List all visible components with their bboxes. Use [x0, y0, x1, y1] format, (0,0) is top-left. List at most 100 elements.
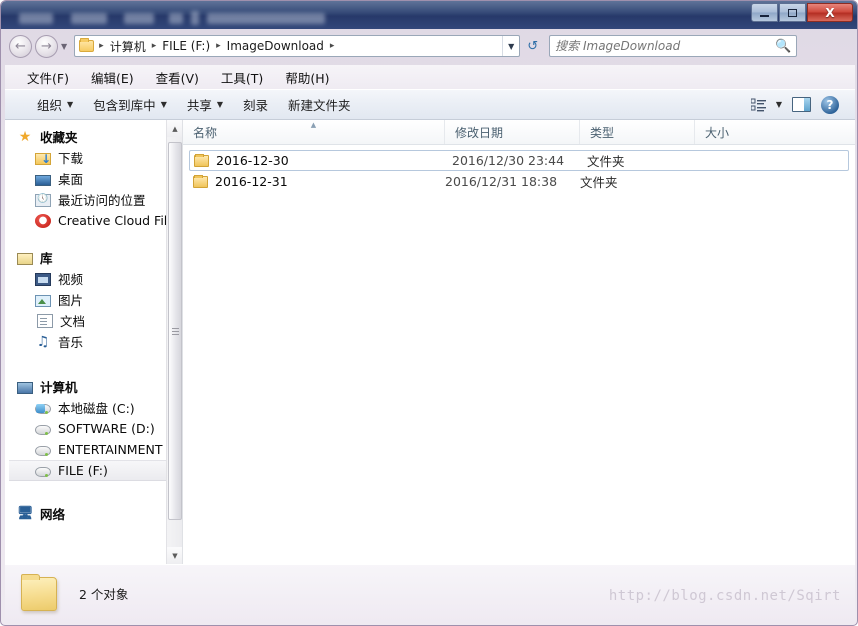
recent-places-icon	[35, 194, 51, 207]
breadcrumb-item-folder[interactable]: ImageDownload	[224, 38, 327, 54]
search-box[interactable]: 🔍	[549, 35, 798, 57]
sidebar-item-creative-cloud-files[interactable]: ● Creative Cloud Files	[5, 210, 182, 231]
file-type-cell: 文件夹	[587, 154, 625, 169]
scroll-down-button[interactable]: ▼	[167, 547, 182, 564]
creative-cloud-icon: ●	[35, 214, 51, 228]
sidebar-item-label: 桌面	[58, 172, 84, 187]
breadcrumb-item-computer[interactable]: 计算机	[107, 37, 149, 56]
maximize-icon	[788, 8, 797, 17]
close-button[interactable]: X	[807, 3, 853, 22]
minimize-button[interactable]	[751, 3, 778, 22]
toolbar-button-new-folder[interactable]: 新建文件夹	[278, 92, 361, 117]
back-button[interactable]: ←	[9, 34, 32, 58]
menu-item-file[interactable]: 文件(F)	[27, 68, 69, 87]
address-dropdown-button[interactable]: ▼	[502, 36, 519, 56]
toolbar-button-include-in-library[interactable]: 包含到库中 ▼	[83, 92, 177, 117]
scroll-up-button[interactable]: ▲	[167, 120, 182, 137]
nav-group-computer: 计算机 本地磁盘 (C:) SOFTWARE (D:) ENTERTAINMEN…	[5, 376, 182, 481]
sidebar-item-label: ENTERTAINMENT (E	[58, 442, 180, 457]
sidebar-item-computer[interactable]: 计算机	[5, 376, 182, 397]
sidebar-item-music[interactable]: ♫ 音乐	[5, 331, 182, 352]
pane-left-region	[793, 98, 804, 111]
sidebar-item-desktop[interactable]: 桌面	[5, 168, 182, 189]
menu-bar: 文件(F) 编辑(E) 查看(V) 工具(T) 帮助(H)	[5, 65, 855, 89]
navigation-pane: ★ 收藏夹 下载 桌面 最近访问的位置	[5, 120, 183, 564]
column-header-size[interactable]: 大小	[695, 120, 795, 144]
documents-icon	[37, 314, 53, 328]
blurred-title-segment	[19, 13, 53, 24]
column-header-name[interactable]: ▲ 名称	[183, 120, 445, 144]
menu-item-help[interactable]: 帮助(H)	[285, 68, 329, 87]
sidebar-item-videos[interactable]: 视频	[5, 268, 182, 289]
title-bar[interactable]: X	[1, 1, 857, 29]
table-row[interactable]: 2016-12-31 2016/12/31 18:38 文件夹	[183, 171, 855, 192]
refresh-button[interactable]: ↺	[522, 35, 543, 57]
menu-item-view[interactable]: 查看(V)	[156, 68, 199, 87]
sidebar-item-label: 图片	[58, 293, 84, 308]
sidebar-item-downloads[interactable]: 下载	[5, 147, 182, 168]
help-button[interactable]: ?	[821, 95, 839, 114]
toolbar-button-organize[interactable]: 组织 ▼	[27, 92, 83, 117]
drive-icon	[35, 425, 51, 435]
sidebar-item-label: SOFTWARE (D:)	[58, 421, 155, 436]
maximize-button[interactable]	[779, 3, 806, 22]
search-icon[interactable]: 🔍	[775, 39, 791, 54]
breadcrumb: ▸ 计算机 ▸ FILE (F:) ▸ ImageDownload ▸	[75, 36, 502, 56]
file-name-label: 2016-12-31	[215, 174, 288, 189]
blurred-title-segment	[207, 13, 325, 24]
sidebar-item-favorites[interactable]: ★ 收藏夹	[5, 126, 182, 147]
window-controls: X	[751, 3, 853, 22]
history-dropdown-button[interactable]: ▼	[61, 42, 67, 51]
toolbar-label: 共享	[186, 98, 212, 113]
sidebar-item-documents[interactable]: 文档	[5, 310, 182, 331]
column-header-date-modified[interactable]: 修改日期	[445, 120, 580, 144]
table-row[interactable]: 2016-12-30 2016/12/30 23:44 文件夹	[189, 150, 849, 171]
sidebar-scrollbar[interactable]: ▲ ▼	[166, 120, 182, 564]
refresh-icon: ↺	[527, 38, 539, 54]
sidebar-item-pictures[interactable]: 图片	[5, 289, 182, 310]
breadcrumb-separator[interactable]: ▸	[96, 41, 107, 51]
menu-item-edit[interactable]: 编辑(E)	[91, 68, 134, 87]
chevron-down-icon[interactable]: ▼	[776, 100, 782, 109]
music-icon: ♫	[36, 333, 50, 350]
sidebar-item-label: Creative Cloud Files	[58, 213, 182, 228]
sidebar-item-label: 视频	[58, 272, 84, 287]
sidebar-item-label: 库	[40, 251, 53, 266]
sidebar-item-recent-places[interactable]: 最近访问的位置	[5, 189, 182, 210]
minimize-icon	[760, 14, 769, 17]
breadcrumb-separator[interactable]: ▸	[149, 41, 160, 51]
breadcrumb-separator[interactable]: ▸	[213, 41, 224, 51]
chevron-down-icon: ▼	[67, 100, 74, 109]
toolbar-button-burn[interactable]: 刻录	[233, 92, 278, 117]
menu-item-tools[interactable]: 工具(T)	[221, 68, 263, 87]
breadcrumb-item-drive[interactable]: FILE (F:)	[159, 38, 213, 54]
toolbar-label: 组织	[37, 98, 63, 113]
toolbar-button-share[interactable]: 共享 ▼	[177, 92, 233, 117]
breadcrumb-separator[interactable]: ▸	[327, 41, 338, 51]
triangle-up-icon: ▲	[172, 124, 178, 133]
desktop-icon	[35, 174, 51, 186]
sort-ascending-icon: ▲	[310, 121, 317, 129]
toolbar-label: 刻录	[243, 98, 269, 113]
star-icon: ★	[18, 128, 32, 145]
sidebar-item-libraries[interactable]: 库	[5, 247, 182, 268]
sidebar-item-entertainment-e[interactable]: ENTERTAINMENT (E	[5, 439, 182, 460]
search-input[interactable]	[555, 39, 775, 53]
scrollbar-thumb[interactable]	[168, 142, 182, 520]
forward-button[interactable]: →	[35, 34, 58, 58]
sidebar-item-network[interactable]: 🖥 网络	[5, 503, 182, 524]
main-area: ★ 收藏夹 下载 桌面 最近访问的位置	[5, 120, 855, 564]
column-header-type[interactable]: 类型	[580, 120, 695, 144]
address-box[interactable]: ▸ 计算机 ▸ FILE (F:) ▸ ImageDownload ▸ ▼	[74, 35, 521, 57]
file-type-cell: 文件夹	[580, 175, 618, 190]
nav-group-libraries: 库 视频 图片 文档 ♫ 音乐	[5, 247, 182, 352]
sidebar-item-local-disk-c[interactable]: 本地磁盘 (C:)	[5, 397, 182, 418]
preview-pane-button[interactable]	[792, 97, 811, 112]
sidebar-item-file-f[interactable]: FILE (F:)	[9, 460, 178, 481]
change-view-button[interactable]: ▼	[750, 98, 782, 112]
question-mark-icon: ?	[826, 97, 834, 112]
sidebar-item-software-d[interactable]: SOFTWARE (D:)	[5, 418, 182, 439]
sidebar-item-label: 收藏夹	[40, 130, 78, 145]
